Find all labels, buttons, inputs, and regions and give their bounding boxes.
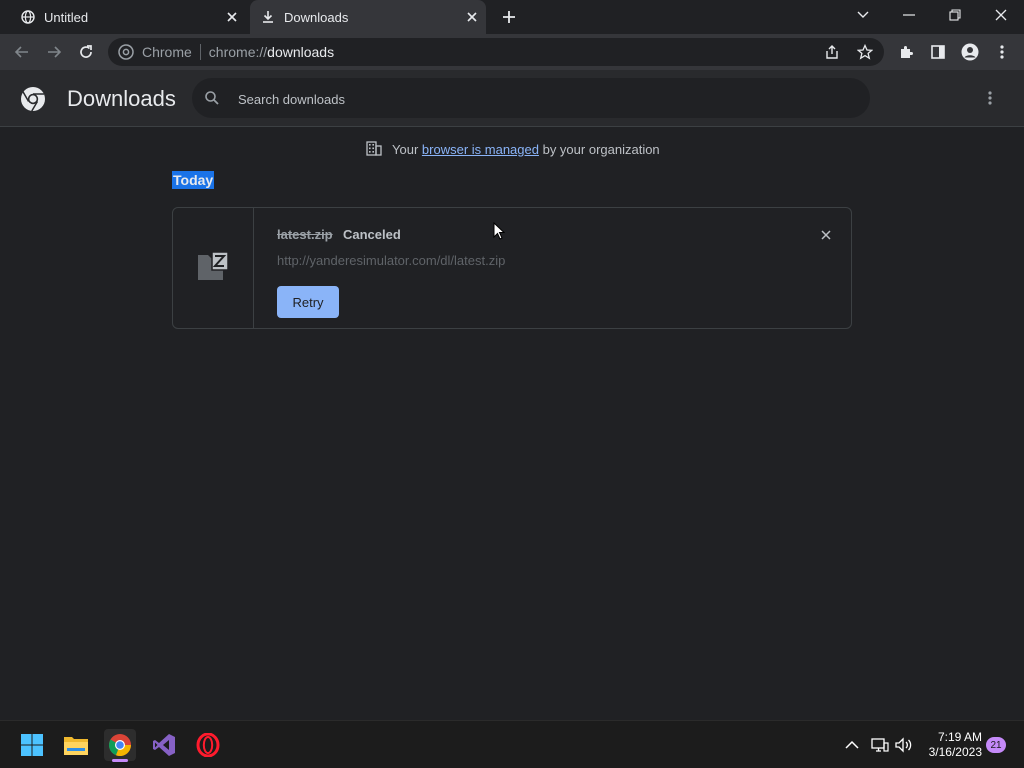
tab-untitled[interactable]: Untitled: [12, 0, 246, 34]
tab-search-button[interactable]: [850, 4, 876, 26]
chevron-down-icon: [857, 11, 869, 18]
remove-download-button[interactable]: [817, 226, 835, 244]
more-vert-icon: [1000, 45, 1004, 59]
close-window-button[interactable]: [988, 4, 1014, 26]
close-tab-icon[interactable]: [224, 9, 240, 25]
mouse-pointer-icon: [493, 221, 506, 245]
chrome-icon: [108, 734, 132, 757]
windows-start-icon: [21, 734, 43, 756]
browser-managed-link[interactable]: browser is managed: [422, 142, 539, 157]
active-indicator: [112, 759, 128, 762]
download-status: Canceled: [343, 227, 401, 242]
visual-studio-button[interactable]: [148, 729, 180, 761]
reload-icon: [80, 45, 92, 58]
profile-icon: [961, 43, 979, 61]
building-icon: [366, 140, 382, 159]
address-bar[interactable]: Chrome chrome://downloads: [108, 38, 884, 66]
globe-icon: [20, 9, 36, 25]
clock-time: 7:19 AM: [937, 730, 982, 744]
forward-button[interactable]: [42, 40, 66, 64]
file-icon-column: [173, 208, 254, 328]
file-explorer-icon: [64, 737, 88, 755]
search-input[interactable]: [236, 86, 840, 112]
search-box[interactable]: [192, 78, 870, 118]
managed-suffix: by your organization: [542, 142, 660, 157]
managed-prefix: Your: [392, 142, 419, 157]
chrome-site-icon: [118, 44, 134, 65]
downloads-header: Downloads: [0, 70, 1024, 127]
close-tab-icon[interactable]: [464, 9, 480, 25]
file-explorer-button[interactable]: [60, 729, 92, 761]
network-icon[interactable]: [870, 735, 890, 755]
side-panel-icon: [931, 45, 945, 59]
tab-title: Untitled: [44, 9, 89, 25]
arrow-right-icon: [48, 46, 62, 58]
new-tab-button[interactable]: [498, 6, 520, 28]
reload-button[interactable]: [74, 40, 98, 64]
opera-button[interactable]: [192, 729, 224, 761]
taskbar: 7:19 AM 3/16/2023 21: [0, 720, 1024, 768]
divider: [199, 44, 201, 60]
close-icon: [821, 230, 831, 240]
side-panel-button[interactable]: [926, 40, 950, 64]
source-url[interactable]: http://yanderesimulator.com/dl/latest.zi…: [277, 253, 505, 268]
clock-date: 3/16/2023: [928, 745, 982, 759]
restore-button[interactable]: [942, 4, 968, 26]
volume-icon[interactable]: [894, 735, 914, 755]
download-item: latest.zip Canceled http://yanderesimula…: [172, 207, 852, 329]
chrome-logo-icon: [20, 86, 46, 112]
share-icon[interactable]: [824, 44, 840, 65]
search-icon: [204, 90, 220, 111]
minimize-button[interactable]: [896, 4, 922, 26]
file-name: latest.zip: [277, 227, 333, 242]
download-icon: [260, 9, 276, 25]
show-hidden-icons-button[interactable]: [842, 735, 862, 755]
back-button[interactable]: [10, 40, 34, 64]
more-vert-icon: [988, 91, 992, 105]
chevron-up-icon: [845, 740, 859, 749]
minimize-icon: [903, 14, 915, 16]
more-actions-button[interactable]: [980, 86, 1000, 110]
restore-icon: [949, 9, 961, 21]
page-title: Downloads: [67, 86, 176, 111]
visual-studio-icon: [153, 734, 175, 756]
puzzle-icon: [901, 46, 913, 58]
site-chip-label: Chrome: [142, 44, 192, 60]
close-icon: [995, 9, 1007, 21]
zip-file-icon: [197, 250, 229, 286]
bookmark-star-icon[interactable]: [856, 43, 874, 65]
tab-downloads[interactable]: Downloads: [250, 0, 486, 34]
managed-notice: Your browser is managed by your organiza…: [366, 140, 660, 159]
extensions-button[interactable]: [894, 40, 918, 64]
title-bar: Untitled Downloads: [0, 0, 1024, 34]
arrow-left-icon: [14, 46, 28, 58]
windows-start-button[interactable]: [16, 729, 48, 761]
profile-button[interactable]: [958, 40, 982, 64]
url-scheme: chrome://: [208, 44, 268, 60]
chrome-menu-button[interactable]: [990, 40, 1014, 64]
notification-badge[interactable]: 21: [986, 737, 1006, 753]
date-section-header: Today: [172, 171, 215, 189]
retry-button[interactable]: Retry: [277, 286, 339, 318]
chrome-taskbar-button[interactable]: [104, 729, 136, 762]
opera-icon: [196, 733, 220, 757]
plus-icon: [503, 11, 515, 23]
browser-toolbar: Chrome chrome://downloads: [0, 34, 1024, 70]
tab-title: Downloads: [284, 9, 349, 25]
system-clock[interactable]: 7:19 AM 3/16/2023: [920, 730, 982, 760]
url-host: downloads: [267, 44, 335, 60]
